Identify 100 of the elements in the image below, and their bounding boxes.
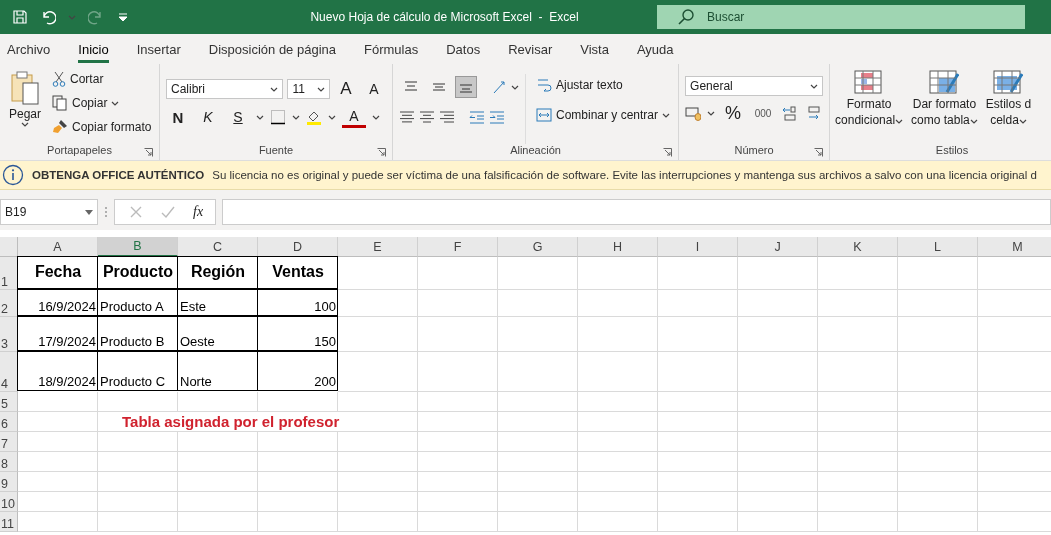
ribbon-tab[interactable]: Datos — [446, 35, 481, 63]
grid-cell[interactable] — [818, 432, 898, 452]
column-header[interactable]: I — [658, 237, 738, 257]
ribbon-tab[interactable]: Insertar — [136, 35, 181, 63]
row-header[interactable]: 9 — [0, 472, 18, 492]
grid-cell[interactable] — [418, 257, 498, 290]
grid-cell[interactable] — [98, 392, 178, 412]
grid-cell[interactable] — [18, 452, 98, 472]
grid-cell[interactable] — [498, 412, 578, 432]
grid-cell[interactable] — [898, 412, 978, 432]
text-orientation-icon[interactable] — [491, 79, 507, 95]
grid-cell[interactable] — [498, 452, 578, 472]
cancel-icon[interactable] — [129, 205, 143, 219]
grid-cell[interactable] — [738, 352, 818, 392]
thousands-separator-button[interactable]: 000 — [751, 102, 776, 124]
font-color-button[interactable]: A — [342, 106, 366, 128]
grid-cell[interactable] — [258, 432, 338, 452]
row-header[interactable]: 1 — [0, 257, 18, 290]
decrease-indent-icon[interactable] — [469, 109, 485, 125]
grid-cell[interactable] — [898, 317, 978, 352]
align-right-icon[interactable] — [439, 109, 455, 125]
grid-cell[interactable] — [178, 512, 258, 532]
grid-cell[interactable] — [898, 452, 978, 472]
grid-cell[interactable] — [658, 290, 738, 317]
grid-cell[interactable] — [738, 257, 818, 290]
column-header[interactable]: B — [98, 237, 178, 257]
ribbon-tab[interactable]: Revisar — [508, 35, 553, 63]
ribbon-tab[interactable]: Fórmulas — [364, 35, 419, 63]
grid-cell[interactable] — [258, 492, 338, 512]
ribbon-tab[interactable]: Archivo — [7, 35, 51, 63]
grid-cell[interactable] — [418, 317, 498, 352]
select-all-corner[interactable] — [0, 237, 18, 257]
column-header[interactable]: D — [258, 237, 338, 257]
grid-cell[interactable] — [338, 392, 418, 412]
column-header[interactable]: J — [738, 237, 818, 257]
grid-cell[interactable] — [898, 472, 978, 492]
grid-cell[interactable] — [98, 492, 178, 512]
grid-cell[interactable] — [418, 432, 498, 452]
customize-toolbar-icon[interactable] — [116, 10, 130, 24]
grid-cell[interactable] — [898, 512, 978, 532]
grid-cell[interactable] — [578, 412, 658, 432]
grid-cell[interactable] — [658, 317, 738, 352]
grid-cell[interactable] — [818, 512, 898, 532]
grid-cell[interactable] — [338, 317, 418, 352]
grid-cell[interactable] — [818, 352, 898, 392]
grid-cell[interactable] — [578, 492, 658, 512]
grid-cell[interactable] — [738, 432, 818, 452]
grid-cell[interactable] — [658, 452, 738, 472]
grid-cell[interactable] — [898, 392, 978, 412]
column-header[interactable]: M — [978, 237, 1051, 257]
row-header[interactable]: 10 — [0, 492, 18, 512]
grid-cell[interactable] — [658, 432, 738, 452]
column-header[interactable]: K — [818, 237, 898, 257]
font-family-dropdown[interactable]: Calibri — [166, 79, 284, 99]
grid-cell[interactable] — [658, 257, 738, 290]
column-header[interactable]: C — [178, 237, 258, 257]
grid-cell[interactable] — [338, 512, 418, 532]
row-header[interactable]: 2 — [0, 290, 18, 317]
ribbon-tab[interactable]: Vista — [580, 35, 609, 63]
grid-cell[interactable] — [178, 432, 258, 452]
grid-cell[interactable] — [658, 512, 738, 532]
row-header[interactable]: 7 — [0, 432, 18, 452]
grid-cell[interactable] — [338, 290, 418, 317]
grid-cell[interactable] — [738, 452, 818, 472]
grid-cell[interactable] — [658, 412, 738, 432]
borders-icon[interactable] — [270, 109, 286, 125]
grid-cell[interactable] — [338, 352, 418, 392]
column-header[interactable]: H — [578, 237, 658, 257]
grid-cell[interactable] — [498, 317, 578, 352]
grid-cell[interactable] — [98, 432, 178, 452]
grid-cell[interactable] — [578, 352, 658, 392]
grid-cell[interactable] — [578, 452, 658, 472]
name-box[interactable]: B19 — [0, 199, 98, 225]
grid-cell[interactable] — [898, 492, 978, 512]
align-left-icon[interactable] — [399, 109, 415, 125]
grid-cell[interactable] — [498, 492, 578, 512]
grid-cell[interactable] — [178, 452, 258, 472]
font-size-dropdown[interactable]: 11 — [287, 79, 330, 99]
ribbon-tab[interactable]: Ayuda — [636, 35, 674, 63]
underline-button[interactable]: S — [226, 106, 250, 128]
grid-cell[interactable] — [578, 257, 658, 290]
styles-button[interactable]: Formato condicional — [832, 68, 907, 144]
grid-cell[interactable] — [818, 472, 898, 492]
align-center-icon[interactable] — [419, 109, 435, 125]
grid-cell[interactable] — [18, 412, 98, 432]
grid-cell[interactable] — [418, 512, 498, 532]
grid-cell[interactable] — [258, 452, 338, 472]
grid-cell[interactable] — [418, 452, 498, 472]
grid-cell[interactable] — [658, 492, 738, 512]
row-header[interactable]: 4 — [0, 352, 18, 392]
cut-button[interactable]: Cortar — [50, 68, 154, 90]
column-header[interactable]: L — [898, 237, 978, 257]
grid-cell[interactable] — [498, 352, 578, 392]
grid-cell[interactable] — [418, 352, 498, 392]
grid-cell[interactable] — [418, 392, 498, 412]
redo-icon[interactable] — [88, 9, 104, 25]
fill-color-icon[interactable] — [306, 109, 322, 125]
search-field[interactable]: Buscar — [657, 5, 1025, 29]
row-header[interactable]: 6 — [0, 412, 18, 432]
shrink-font-button[interactable]: A — [362, 78, 386, 100]
